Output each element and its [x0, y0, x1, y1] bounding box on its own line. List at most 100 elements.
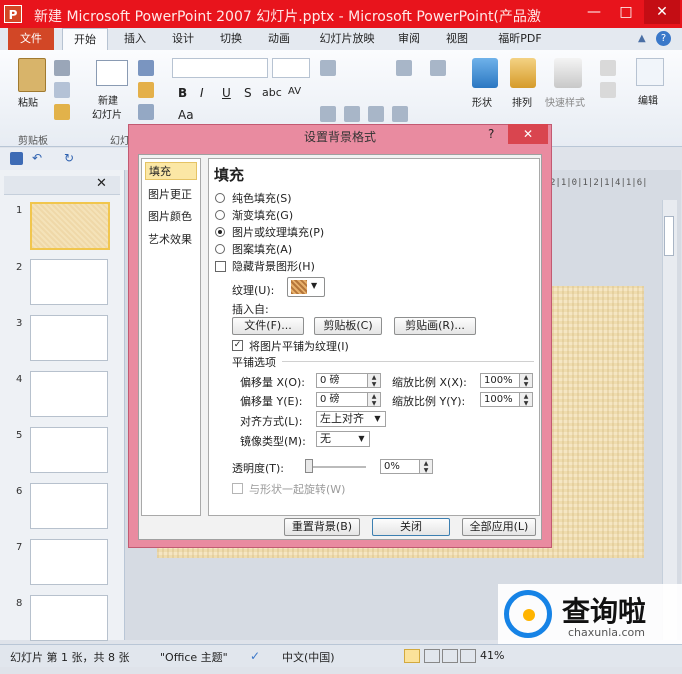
tile-texture-label[interactable]: 将图片平铺为纹理(I)	[249, 338, 349, 354]
abc-button[interactable]: abc	[262, 86, 282, 99]
collapse-ribbon-icon[interactable]: ▲	[638, 33, 646, 44]
cut-icon[interactable]	[54, 60, 70, 76]
justify-icon[interactable]	[392, 106, 408, 122]
undo-icon[interactable]: ↶	[32, 151, 42, 165]
clipart-button[interactable]: 剪贴画(R)...	[394, 317, 476, 335]
slide-thumbnail-8[interactable]	[30, 595, 108, 641]
transparency-slider-track[interactable]	[306, 466, 366, 468]
offset-y-input[interactable]: 0 磅	[316, 392, 368, 407]
close-dialog-button[interactable]: 关闭	[372, 518, 450, 536]
quick-style-label[interactable]: 快速样式	[545, 94, 585, 109]
tab-slideshow[interactable]: 幻灯片放映	[312, 28, 382, 50]
reading-view-icon[interactable]	[442, 649, 458, 663]
slide-sorter-icon[interactable]	[424, 649, 440, 663]
save-icon[interactable]	[10, 152, 23, 165]
layout-icon[interactable]	[138, 60, 154, 76]
minimize-button[interactable]: —	[580, 0, 608, 24]
nav-picture-corrections[interactable]: 图片更正	[145, 186, 197, 204]
quick-style-icon[interactable]	[554, 58, 582, 88]
close-window-button[interactable]: ✕	[644, 0, 680, 24]
clipboard-button[interactable]: 剪贴板(C)	[314, 317, 382, 335]
slide-thumbnail-3[interactable]	[30, 315, 108, 361]
underline-button[interactable]: U	[222, 86, 231, 100]
offset-x-input[interactable]: 0 磅	[316, 373, 368, 388]
section-icon[interactable]	[138, 104, 154, 120]
reset-icon[interactable]	[138, 82, 154, 98]
format-painter-icon[interactable]	[54, 104, 70, 120]
tab-insert[interactable]: 插入	[118, 28, 152, 50]
tile-texture-checkbox[interactable]: ✓	[232, 340, 243, 351]
rotate-with-shape-checkbox[interactable]	[232, 483, 243, 494]
picture-fill-radio[interactable]	[215, 227, 225, 237]
tab-home[interactable]: 开始	[62, 28, 108, 50]
gradient-fill-radio[interactable]	[215, 210, 225, 220]
shape-outline-icon[interactable]	[600, 82, 616, 98]
scale-y-input[interactable]: 100%	[480, 392, 520, 407]
hide-graphics-label[interactable]: 隐藏背景图形(H)	[232, 258, 315, 274]
tab-view[interactable]: 视图	[440, 28, 474, 50]
shape-fill-icon[interactable]	[600, 60, 616, 76]
scale-x-spinner[interactable]: ▲ ▼	[520, 373, 533, 388]
offset-x-spinner[interactable]: ▲ ▼	[368, 373, 381, 388]
scrollbar-thumb[interactable]	[664, 216, 674, 256]
gradient-fill-label[interactable]: 渐变填充(G)	[232, 207, 293, 223]
new-slide-label[interactable]: 新建	[98, 92, 118, 107]
normal-view-icon[interactable]	[404, 649, 420, 663]
paste-icon[interactable]	[18, 58, 46, 92]
line-spacing-icon[interactable]	[396, 60, 412, 76]
tab-file[interactable]: 文件	[8, 28, 54, 50]
solid-fill-radio[interactable]	[215, 193, 225, 203]
language-status[interactable]: 中文(中国)	[282, 649, 335, 665]
apply-all-button[interactable]: 全部应用(L)	[462, 518, 536, 536]
nav-picture-color[interactable]: 图片颜色	[145, 208, 197, 226]
slide-thumbnail-4[interactable]	[30, 371, 108, 417]
bullets-icon[interactable]	[320, 60, 336, 76]
pattern-fill-label[interactable]: 图案填充(A)	[232, 241, 292, 257]
picture-fill-label[interactable]: 图片或纹理填充(P)	[232, 224, 324, 240]
bold-button[interactable]: B	[178, 86, 187, 100]
align-right-icon[interactable]	[368, 106, 384, 122]
new-slide-label-2[interactable]: 幻灯片	[92, 106, 122, 121]
transparency-spinner[interactable]: ▲ ▼	[420, 459, 433, 474]
tab-transitions[interactable]: 切换	[214, 28, 248, 50]
nav-fill[interactable]: 填充	[145, 162, 197, 180]
pattern-fill-radio[interactable]	[215, 244, 225, 254]
text-direction-icon[interactable]	[430, 60, 446, 76]
shape-icon[interactable]	[472, 58, 498, 88]
strikethrough-button[interactable]: S	[244, 86, 252, 100]
transparency-slider-thumb[interactable]	[305, 459, 313, 473]
tab-animations[interactable]: 动画	[262, 28, 296, 50]
font-name-select[interactable]	[172, 58, 268, 78]
redo-icon[interactable]: ↻	[64, 151, 74, 165]
file-button[interactable]: 文件(F)...	[232, 317, 304, 335]
copy-icon[interactable]	[54, 82, 70, 98]
slide-thumbnail-7[interactable]	[30, 539, 108, 585]
slideshow-view-icon[interactable]	[460, 649, 476, 663]
hide-graphics-checkbox[interactable]	[215, 261, 226, 272]
shape-label[interactable]: 形状	[472, 94, 492, 109]
find-binoculars-icon[interactable]	[636, 58, 664, 86]
mirror-select[interactable]: 无 ▼	[316, 431, 370, 447]
tab-foxit-pdf[interactable]: 福昕PDF	[488, 28, 552, 50]
align-left-icon[interactable]	[320, 106, 336, 122]
transparency-input[interactable]: 0%	[380, 459, 420, 474]
rotate-with-shape-label[interactable]: 与形状一起旋转(W)	[249, 481, 345, 497]
tab-review[interactable]: 审阅	[392, 28, 426, 50]
close-panel-icon[interactable]: ✕	[96, 176, 107, 191]
theme-status[interactable]: "Office 主题"	[160, 649, 228, 665]
zoom-level[interactable]: 41%	[480, 649, 504, 662]
maximize-button[interactable]: □	[612, 0, 640, 24]
help-icon[interactable]: ?	[656, 31, 671, 46]
slide-thumbnail-1[interactable]	[30, 202, 110, 250]
slide-thumbnail-2[interactable]	[30, 259, 108, 305]
vertical-scrollbar[interactable]	[662, 200, 677, 640]
slide-thumbnail-6[interactable]	[30, 483, 108, 529]
new-slide-icon[interactable]	[96, 60, 128, 86]
align-select[interactable]: 左上对齐 ▼	[316, 411, 386, 427]
change-case-button[interactable]: Aa	[178, 108, 194, 122]
reset-background-button[interactable]: 重置背景(B)	[284, 518, 360, 536]
italic-button[interactable]: I	[200, 86, 204, 100]
dialog-help-button[interactable]: ?	[488, 127, 494, 141]
dialog-close-button[interactable]: ✕	[508, 124, 548, 144]
slide-thumbnail-5[interactable]	[30, 427, 108, 473]
